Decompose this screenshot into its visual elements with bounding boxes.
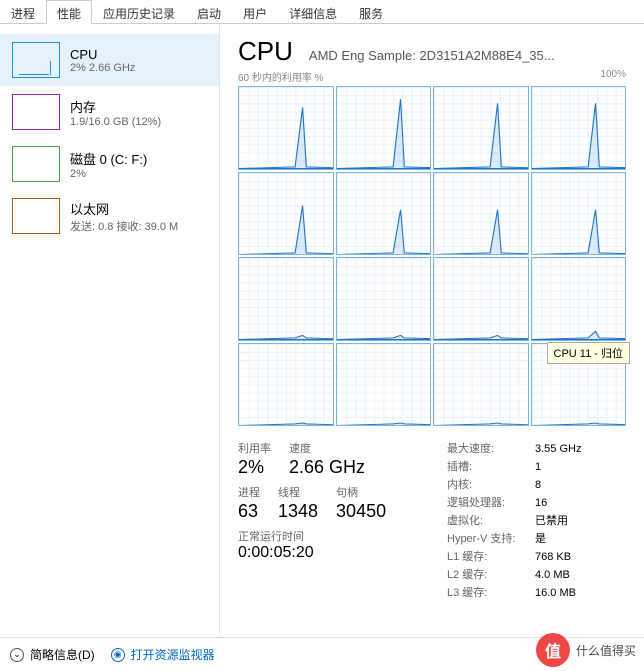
stat-row-8: L3 缓存:16.0 MB bbox=[447, 584, 626, 602]
memory-thumb-icon bbox=[12, 94, 60, 130]
detail-header: CPU AMD Eng Sample: 2D3151A2M88E4_35... bbox=[238, 36, 626, 67]
speed-value: 2.66 GHz bbox=[289, 457, 365, 478]
stat-row-7: L2 缓存:4.0 MB bbox=[447, 566, 626, 584]
handle-label: 句柄 bbox=[336, 484, 386, 500]
cpu-cell-5[interactable] bbox=[336, 172, 432, 256]
cpu-cell-6[interactable] bbox=[433, 172, 529, 256]
cpu-cell-1[interactable] bbox=[336, 86, 432, 170]
stat-row-0: 最大速度:3.55 GHz bbox=[447, 440, 626, 458]
tab-3[interactable]: 启动 bbox=[186, 0, 232, 23]
util-label: 利用率 bbox=[238, 440, 271, 456]
tab-2[interactable]: 应用历史记录 bbox=[92, 0, 186, 23]
cpu-cell-14[interactable] bbox=[433, 343, 529, 427]
util-value: 2% bbox=[238, 457, 271, 478]
handle-value: 30450 bbox=[336, 501, 386, 522]
uptime-label: 正常运行时间 bbox=[238, 528, 417, 544]
disk-thumb-icon bbox=[12, 146, 60, 182]
tab-1[interactable]: 性能 bbox=[46, 0, 92, 24]
cpu-cell-13[interactable] bbox=[336, 343, 432, 427]
proc-value: 63 bbox=[238, 501, 260, 522]
sidebar-disk-sub: 2% bbox=[70, 168, 147, 180]
stat-row-2: 内核:8 bbox=[447, 476, 626, 494]
stats-left: 利用率 2% 速度 2.66 GHz 进程 63 线程 1348 bbox=[238, 440, 417, 602]
stat-row-5: Hyper-V 支持:是 bbox=[447, 530, 626, 548]
sidebar-mem-sub: 1.9/16.0 GB (12%) bbox=[70, 116, 161, 128]
sidebar-item-ethernet[interactable]: 以太网 发送: 0.8 接收: 39.0 M bbox=[0, 190, 219, 242]
tab-6[interactable]: 服务 bbox=[348, 0, 394, 23]
sidebar-item-disk[interactable]: 磁盘 0 (C: F:) 2% bbox=[0, 138, 219, 190]
cpu-cell-4[interactable] bbox=[238, 172, 334, 256]
sidebar-mem-title: 内存 bbox=[70, 97, 161, 116]
detail-panel: CPU AMD Eng Sample: 2D3151A2M88E4_35... … bbox=[220, 24, 644, 634]
sidebar-item-cpu[interactable]: CPU 2% 2.66 GHz bbox=[0, 34, 219, 86]
stats-right: 最大速度:3.55 GHz插槽:1内核:8逻辑处理器:16虚拟化:已禁用Hype… bbox=[447, 440, 626, 602]
watermark-text: 什么值得买 bbox=[576, 642, 636, 659]
cpu-cell-7[interactable] bbox=[531, 172, 627, 256]
sidebar-cpu-title: CPU bbox=[70, 47, 135, 62]
cpu-thumb-icon bbox=[12, 42, 60, 78]
stat-row-3: 逻辑处理器:16 bbox=[447, 494, 626, 512]
stat-row-1: 插槽:1 bbox=[447, 458, 626, 476]
footer: ⌄ 简略信息(D) ◉ 打开资源监视器 值 什么值得买 bbox=[0, 637, 644, 671]
sidebar-net-title: 以太网 bbox=[70, 199, 178, 218]
thread-value: 1348 bbox=[278, 501, 318, 522]
brief-info-label: 简略信息(D) bbox=[30, 646, 95, 663]
cpu-tooltip: CPU 11 - 归位 bbox=[547, 342, 630, 364]
chart-left-label: 60 秒内的利用率 % bbox=[238, 69, 324, 84]
chevron-down-icon: ⌄ bbox=[10, 648, 24, 662]
chart-axis-labels: 60 秒内的利用率 % 100% bbox=[238, 69, 626, 84]
proc-label: 进程 bbox=[238, 484, 260, 500]
sidebar-cpu-sub: 2% 2.66 GHz bbox=[70, 62, 135, 74]
resource-monitor-label: 打开资源监视器 bbox=[131, 646, 215, 663]
cpu-model: AMD Eng Sample: 2D3151A2M88E4_35... bbox=[309, 48, 626, 63]
ethernet-thumb-icon bbox=[12, 198, 60, 234]
speed-label: 速度 bbox=[289, 440, 365, 456]
stats: 利用率 2% 速度 2.66 GHz 进程 63 线程 1348 bbox=[238, 440, 626, 602]
cpu-cell-2[interactable] bbox=[433, 86, 529, 170]
tab-5[interactable]: 详细信息 bbox=[278, 0, 348, 23]
sidebar-net-sub: 发送: 0.8 接收: 39.0 M bbox=[70, 218, 178, 234]
tab-4[interactable]: 用户 bbox=[232, 0, 278, 23]
cpu-cell-10[interactable] bbox=[433, 257, 529, 341]
open-resource-monitor-button[interactable]: ◉ 打开资源监视器 bbox=[111, 646, 215, 663]
monitor-icon: ◉ bbox=[111, 648, 125, 662]
cpu-cell-12[interactable] bbox=[238, 343, 334, 427]
watermark: 值 什么值得买 bbox=[536, 633, 636, 667]
uptime-value: 0:00:05:20 bbox=[238, 544, 417, 562]
cpu-cell-3[interactable] bbox=[531, 86, 627, 170]
sidebar: CPU 2% 2.66 GHz 内存 1.9/16.0 GB (12%) 磁盘 … bbox=[0, 24, 220, 634]
page-title: CPU bbox=[238, 36, 293, 67]
cpu-cell-8[interactable] bbox=[238, 257, 334, 341]
stat-row-6: L1 缓存:768 KB bbox=[447, 548, 626, 566]
cpu-cell-0[interactable] bbox=[238, 86, 334, 170]
thread-label: 线程 bbox=[278, 484, 318, 500]
stat-row-4: 虚拟化:已禁用 bbox=[447, 512, 626, 530]
tab-bar: 进程性能应用历史记录启动用户详细信息服务 bbox=[0, 0, 644, 24]
brief-info-button[interactable]: ⌄ 简略信息(D) bbox=[10, 646, 95, 663]
tab-0[interactable]: 进程 bbox=[0, 0, 46, 23]
watermark-icon: 值 bbox=[536, 633, 570, 667]
cpu-cell-9[interactable] bbox=[336, 257, 432, 341]
cpu-cell-11[interactable] bbox=[531, 257, 627, 341]
main-panel: CPU 2% 2.66 GHz 内存 1.9/16.0 GB (12%) 磁盘 … bbox=[0, 24, 644, 634]
cpu-grid[interactable]: CPU 11 - 归位 bbox=[238, 86, 626, 426]
sidebar-item-memory[interactable]: 内存 1.9/16.0 GB (12%) bbox=[0, 86, 219, 138]
chart-right-label: 100% bbox=[600, 69, 626, 84]
sidebar-disk-title: 磁盘 0 (C: F:) bbox=[70, 149, 147, 168]
